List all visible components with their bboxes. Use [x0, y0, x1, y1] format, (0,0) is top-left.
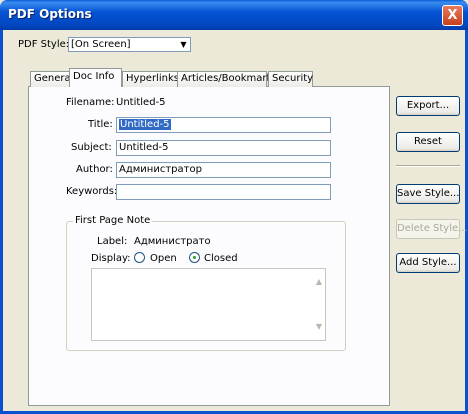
- window-frame-left: [0, 30, 3, 414]
- note-label-value: Администрато: [134, 236, 211, 247]
- first-page-note-legend: First Page Note: [73, 215, 153, 226]
- pdf-style-label: PDF Style:: [18, 39, 70, 50]
- add-style-button-label: Add Style...: [399, 257, 457, 268]
- subject-label: Subject:: [71, 142, 112, 153]
- author-label: Author:: [76, 164, 113, 175]
- open-label[interactable]: Open: [150, 253, 177, 264]
- open-radio[interactable]: [134, 252, 145, 263]
- tab-doc-info[interactable]: Doc Info: [69, 68, 122, 87]
- export-button-label: Export...: [406, 100, 450, 111]
- title-field[interactable]: Untitled-5: [116, 117, 331, 133]
- subject-field[interactable]: Untitled-5: [116, 140, 331, 156]
- button-separator: [396, 165, 460, 167]
- note-textarea[interactable]: ▲ ▼: [91, 268, 326, 341]
- author-value: Администратор: [119, 164, 202, 175]
- add-style-button[interactable]: Add Style...: [396, 253, 460, 273]
- delete-style-button-label: Delete Style...: [397, 223, 468, 234]
- export-button[interactable]: Export...: [396, 96, 460, 116]
- save-style-button-label: Save Style...: [397, 188, 460, 199]
- closed-label[interactable]: Closed: [204, 253, 238, 264]
- tab-label: Security: [272, 73, 314, 84]
- reset-button-label: Reset: [414, 136, 442, 147]
- tab-security[interactable]: Security: [268, 71, 313, 87]
- close-button[interactable]: X: [442, 5, 463, 26]
- scroll-down-icon[interactable]: ▼: [314, 322, 324, 332]
- scroll-up-icon[interactable]: ▲: [314, 277, 324, 287]
- chevron-down-icon[interactable]: ▼: [177, 38, 190, 51]
- delete-style-button[interactable]: Delete Style...: [396, 219, 468, 239]
- tab-articles-bookmarks[interactable]: Articles/Bookmarks: [177, 71, 278, 87]
- tab-label: Hyperlinks: [126, 73, 179, 84]
- tab-general[interactable]: General: [30, 71, 74, 87]
- close-icon: X: [447, 8, 458, 23]
- title-label: Title:: [88, 119, 113, 130]
- title-bar: PDF Options X: [0, 0, 468, 30]
- window-title: PDF Options: [8, 7, 92, 21]
- subject-value: Untitled-5: [119, 142, 169, 153]
- tab-label: Doc Info: [73, 71, 115, 82]
- tab-label: Articles/Bookmarks: [181, 73, 278, 84]
- pdf-style-select[interactable]: [On Screen] ▼: [68, 37, 191, 52]
- tab-hyperlinks[interactable]: Hyperlinks: [122, 71, 179, 87]
- keywords-label: Keywords:: [66, 186, 118, 197]
- tab-label: General: [34, 73, 74, 84]
- filename-value: Untitled-5: [116, 97, 166, 108]
- reset-button[interactable]: Reset: [396, 132, 460, 152]
- pdf-style-value: [On Screen]: [71, 39, 131, 50]
- radio-selected-dot: [193, 256, 196, 259]
- author-field[interactable]: Администратор: [116, 162, 331, 178]
- closed-radio[interactable]: [189, 252, 200, 263]
- keywords-field[interactable]: [116, 184, 331, 200]
- filename-label: Filename:: [66, 97, 115, 108]
- save-style-button[interactable]: Save Style...: [396, 184, 460, 204]
- display-label: Display:: [91, 253, 131, 264]
- title-value: Untitled-5: [119, 119, 171, 130]
- note-label-label: Label:: [97, 236, 128, 247]
